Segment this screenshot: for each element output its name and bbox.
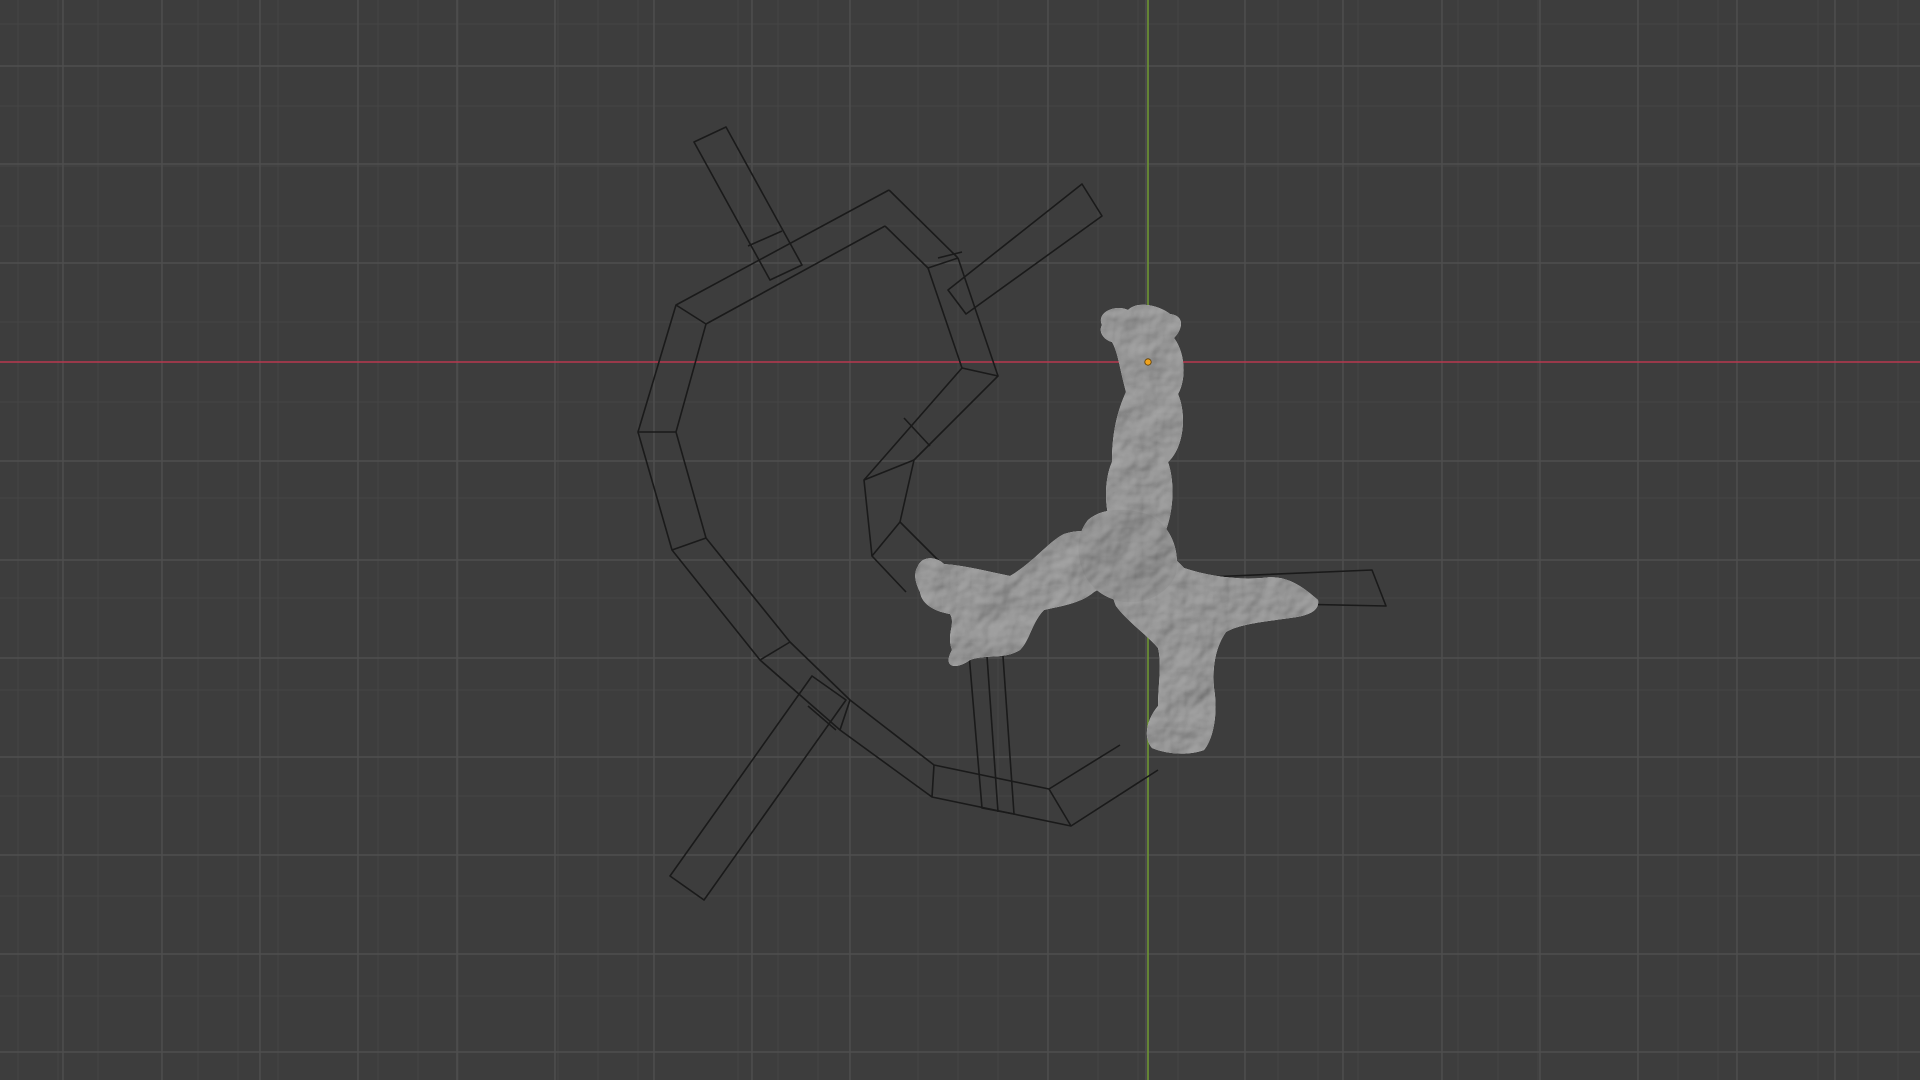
object-origin-dot [1144,358,1152,366]
3d-viewport[interactable] [0,0,1920,1080]
viewport-background [0,0,1920,1080]
viewport-canvas[interactable] [0,0,1920,1080]
